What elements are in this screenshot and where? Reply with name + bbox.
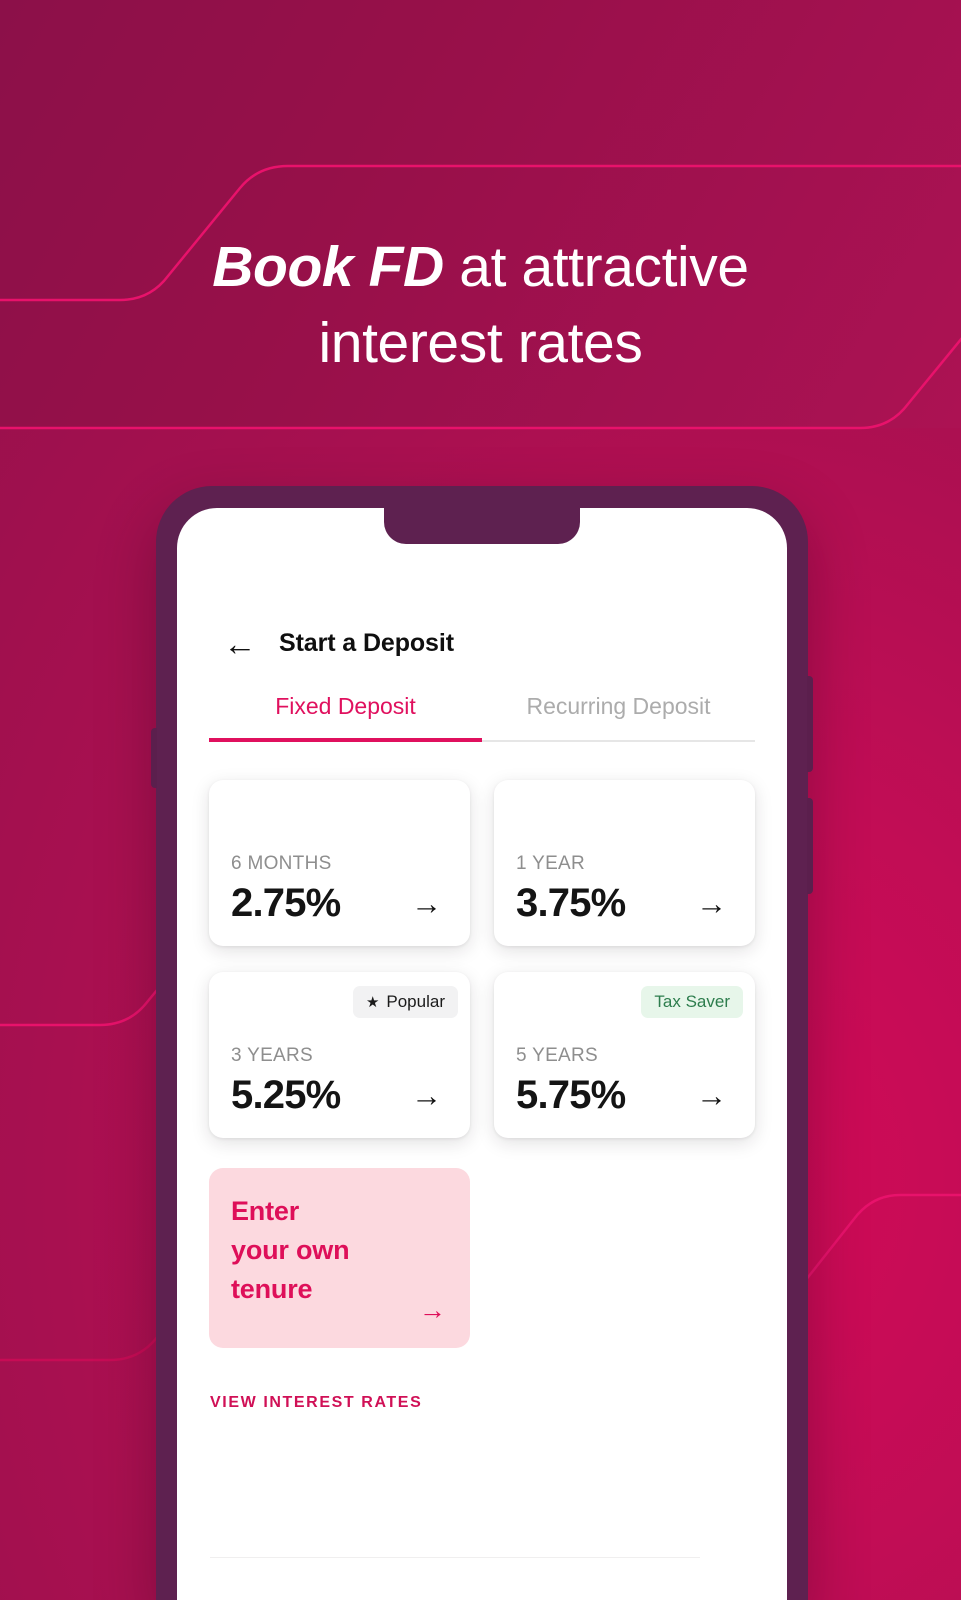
tab-recurring-deposit[interactable]: Recurring Deposit (482, 693, 755, 742)
arrow-right-icon: → (696, 1078, 727, 1113)
rate-card-5-years[interactable]: Tax Saver 5 YEARS 5.75% → (494, 972, 755, 1138)
arrow-right-icon: → (696, 886, 727, 921)
star-icon: ★ (365, 993, 380, 1011)
custom-tenure-line-2: your own (231, 1235, 350, 1266)
headline-rest: at attractive (443, 235, 749, 299)
app-header: ← Start a Deposit (177, 626, 787, 660)
card-rate: 5.25% (231, 1073, 341, 1117)
badge-label: Popular (386, 992, 445, 1011)
phone-side-button-2 (807, 798, 813, 894)
rate-card-1-year[interactable]: 1 YEAR 3.75% → (494, 780, 755, 946)
status-badge-popular: ★ Popular (352, 986, 458, 1018)
phone-notch (384, 508, 580, 544)
bottom-divider (210, 1557, 700, 1558)
arrow-right-icon: → (411, 1078, 442, 1113)
tab-fixed-deposit[interactable]: Fixed Deposit (209, 693, 482, 742)
card-rate-row: 2.75% → (231, 881, 448, 926)
phone-mockup: ← Start a Deposit Fixed Deposit Recurrin… (151, 486, 813, 1600)
card-term: 5 YEARS (516, 1045, 599, 1066)
card-rate-row: 5.25% → (231, 1073, 448, 1118)
back-arrow-icon[interactable]: ← (223, 626, 257, 660)
rate-card-grid: 6 MONTHS 2.75% → 1 YEAR 3.75% → ★ Popula… (209, 780, 755, 1138)
rate-card-6-months[interactable]: 6 MONTHS 2.75% → (209, 780, 470, 946)
headline-line-2: interest rates (318, 310, 643, 375)
arrow-right-icon: → (419, 1295, 446, 1325)
phone-volume-button (151, 728, 157, 788)
phone-screen: ← Start a Deposit Fixed Deposit Recurrin… (177, 508, 787, 1600)
headline-line-1: Book FD at attractive (0, 230, 961, 306)
card-term: 1 YEAR (516, 853, 586, 874)
status-badge-tax-saver: Tax Saver (641, 986, 743, 1018)
page-title: Start a Deposit (279, 628, 454, 657)
card-rate: 3.75% (516, 881, 626, 925)
headline-emphasis: Book FD (212, 235, 444, 299)
phone-side-button-1 (807, 676, 813, 772)
promo-headline: Book FD at attractive interest rates (0, 230, 961, 382)
arrow-right-icon: → (411, 886, 442, 921)
view-interest-rates-link[interactable]: VIEW INTEREST RATES (210, 1394, 422, 1412)
promo-screenshot: Book FD at attractive interest rates ← S… (0, 0, 961, 1600)
card-rate-row: 3.75% → (516, 881, 733, 926)
custom-tenure-line-1: Enter (231, 1196, 300, 1226)
card-term: 6 MONTHS (231, 853, 332, 874)
custom-tenure-card[interactable]: Enter your own tenure → (209, 1168, 470, 1348)
custom-tenure-line-3: tenure (231, 1274, 313, 1305)
badge-label: Tax Saver (654, 992, 730, 1011)
card-rate: 5.75% (516, 1073, 626, 1117)
card-term: 3 YEARS (231, 1045, 314, 1066)
card-rate: 2.75% (231, 881, 341, 925)
rate-card-3-years[interactable]: ★ Popular 3 YEARS 5.25% → (209, 972, 470, 1138)
deposit-type-tabs: Fixed Deposit Recurring Deposit (177, 693, 787, 742)
card-rate-row: 5.75% → (516, 1073, 733, 1118)
